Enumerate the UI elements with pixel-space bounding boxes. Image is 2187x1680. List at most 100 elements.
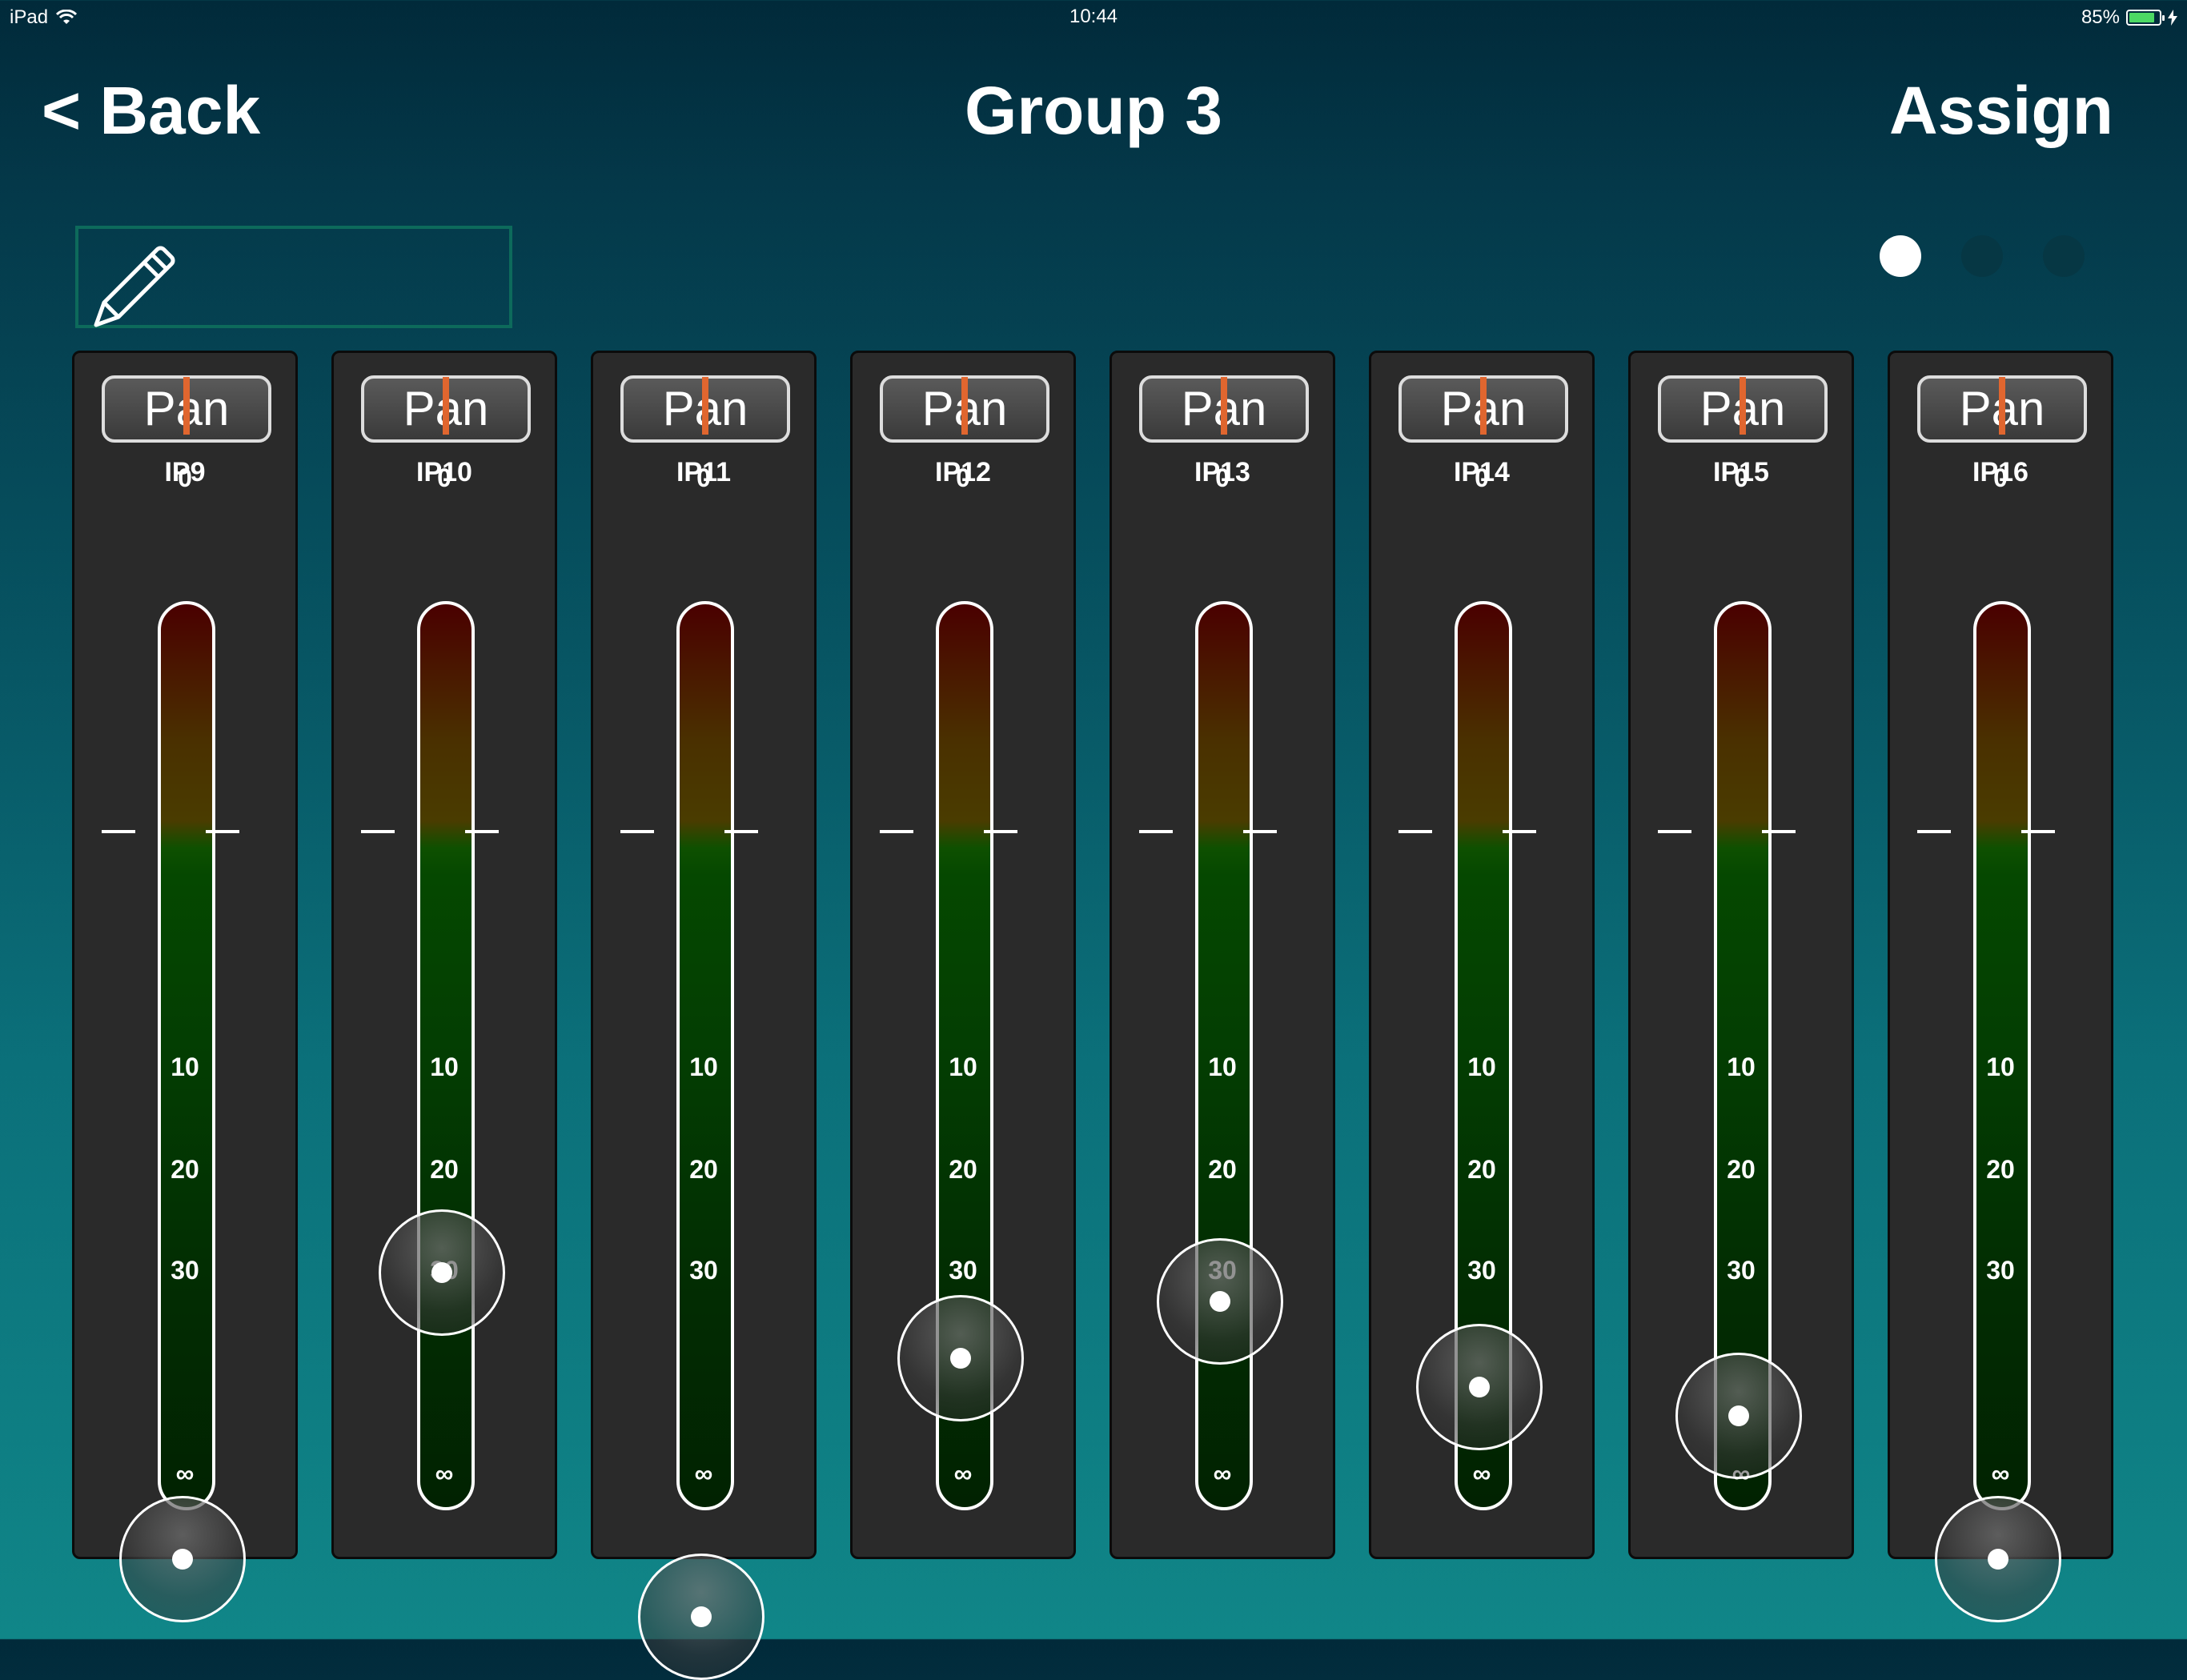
pan-button[interactable]: Pan xyxy=(102,375,271,443)
status-bar: iPad 10:44 85% xyxy=(0,0,2187,35)
assign-button[interactable]: Assign xyxy=(1889,72,2113,150)
scale-label: ∞ xyxy=(1213,1459,1232,1488)
clock: 10:44 xyxy=(1069,6,1118,27)
fader-knob[interactable] xyxy=(1157,1237,1283,1365)
scale-label: 0 xyxy=(437,463,451,492)
charging-bolt-icon xyxy=(2168,10,2177,26)
scale-label: ∞ xyxy=(953,1459,973,1488)
pan-button[interactable]: Pan xyxy=(361,375,531,443)
scale-label: 20 xyxy=(171,1155,199,1184)
fader-knob-center xyxy=(1728,1405,1749,1426)
fader-knob-center xyxy=(431,1262,452,1283)
pan-label: Pan xyxy=(1181,382,1267,435)
pan-button[interactable]: Pan xyxy=(880,375,1049,443)
scale-label: 0 xyxy=(1215,463,1230,492)
battery-icon xyxy=(2126,10,2165,26)
scale-label: ∞ xyxy=(175,1459,195,1488)
scale-label: 10 xyxy=(1467,1053,1496,1081)
pan-label: Pan xyxy=(921,382,1008,435)
zero-tick-left xyxy=(1658,830,1691,833)
scale-label: 20 xyxy=(1208,1155,1237,1184)
zero-tick-left xyxy=(880,830,913,833)
battery-percent: 85% xyxy=(2081,6,2120,28)
zero-tick-right xyxy=(465,830,499,833)
channel-strip-ip10: Pan IP10 0102030∞ xyxy=(331,351,557,1559)
scale-label: 0 xyxy=(696,463,711,492)
pan-button[interactable]: Pan xyxy=(1139,375,1309,443)
scale-label: 0 xyxy=(956,463,970,492)
page-indicator[interactable] xyxy=(1880,235,2085,277)
fader-knob-center xyxy=(172,1549,193,1570)
scale-label: 0 xyxy=(1993,463,2008,492)
pan-button[interactable]: Pan xyxy=(620,375,790,443)
fader-knob[interactable] xyxy=(897,1295,1024,1422)
group-name-edit-field[interactable] xyxy=(75,226,512,328)
fader-knob[interactable] xyxy=(1935,1496,2061,1622)
scale-label: 0 xyxy=(1734,463,1748,492)
zero-tick-right xyxy=(1503,830,1536,833)
scale-label: 0 xyxy=(1475,463,1489,492)
scale-label: 10 xyxy=(1727,1053,1756,1081)
zero-tick-right xyxy=(724,830,758,833)
scale-label: 10 xyxy=(1986,1053,2015,1081)
zero-tick-left xyxy=(1139,830,1173,833)
fader-knob-center xyxy=(1988,1549,2008,1570)
back-button[interactable]: < Back xyxy=(42,72,260,150)
scale-label: ∞ xyxy=(694,1459,713,1488)
fader-knob[interactable] xyxy=(638,1553,764,1680)
pan-button[interactable]: Pan xyxy=(1658,375,1828,443)
zero-tick-left xyxy=(1917,830,1951,833)
scale-label: 30 xyxy=(689,1256,718,1285)
pan-label: Pan xyxy=(662,382,748,435)
scale-label: ∞ xyxy=(1991,1459,2010,1488)
page-dot-2[interactable] xyxy=(1961,235,2003,277)
scale-label: ∞ xyxy=(1472,1459,1491,1488)
fader-knob-center xyxy=(1210,1290,1230,1312)
channel-strip-ip12: Pan IP12 0 10 20 30 ∞ xyxy=(850,351,1076,1559)
pencil-icon xyxy=(94,246,175,327)
zero-tick-right xyxy=(1762,830,1796,833)
fader-knob[interactable] xyxy=(1675,1353,1802,1479)
channel-strip-ip9: Pan IP9 0 10 20 30 ∞ xyxy=(72,351,298,1622)
scale-label: 10 xyxy=(1208,1053,1237,1081)
scale-label: 30 xyxy=(1467,1256,1496,1285)
zero-tick-left xyxy=(620,830,654,833)
scale-label: 30 xyxy=(949,1256,977,1285)
pan-label: Pan xyxy=(143,382,230,435)
pan-label: Pan xyxy=(1440,382,1527,435)
zero-tick-left xyxy=(102,830,135,833)
page-dot-3[interactable] xyxy=(2043,235,2085,277)
scale-label: 20 xyxy=(689,1155,718,1184)
pan-button[interactable]: Pan xyxy=(1917,375,2087,443)
scale-label: 0 xyxy=(178,463,192,492)
fader-knob[interactable] xyxy=(379,1209,505,1336)
scale-label: 20 xyxy=(1727,1155,1756,1184)
channel-strip-ip14: Pan IP14 0 10 20 30 ∞ xyxy=(1369,351,1595,1559)
scale-label: 10 xyxy=(171,1053,199,1081)
scale-label: 30 xyxy=(1727,1256,1756,1285)
channel-strip-ip13: Pan IP13 0102030∞ xyxy=(1110,351,1335,1559)
channel-strip-ip11: Pan IP11 0 10 20 30 ∞ xyxy=(591,351,817,1680)
fader-knob-center xyxy=(950,1348,971,1369)
pan-label: Pan xyxy=(1699,382,1786,435)
fader-knob[interactable] xyxy=(119,1496,246,1622)
scale-label: 10 xyxy=(430,1053,459,1081)
scale-label: 20 xyxy=(1467,1155,1496,1184)
fader-knob-center xyxy=(691,1606,712,1627)
channel-strip-ip16: Pan IP16 0 10 20 30 ∞ xyxy=(1888,351,2113,1622)
pan-label: Pan xyxy=(403,382,489,435)
page-dot-1[interactable] xyxy=(1880,235,1921,277)
pan-label: Pan xyxy=(1959,382,2045,435)
scale-label: 20 xyxy=(430,1155,459,1184)
fader-knob[interactable] xyxy=(1416,1324,1543,1451)
fader-knob-center xyxy=(1469,1377,1490,1398)
pan-button[interactable]: Pan xyxy=(1398,375,1568,443)
scale-label: 10 xyxy=(949,1053,977,1081)
channel-strip-ip15: Pan IP15 0102030∞ xyxy=(1628,351,1854,1559)
scale-label: 30 xyxy=(1986,1256,2015,1285)
zero-tick-right xyxy=(2021,830,2055,833)
scale-label: ∞ xyxy=(435,1459,454,1488)
zero-tick-right xyxy=(206,830,239,833)
scale-label: 10 xyxy=(689,1053,718,1081)
zero-tick-right xyxy=(984,830,1017,833)
